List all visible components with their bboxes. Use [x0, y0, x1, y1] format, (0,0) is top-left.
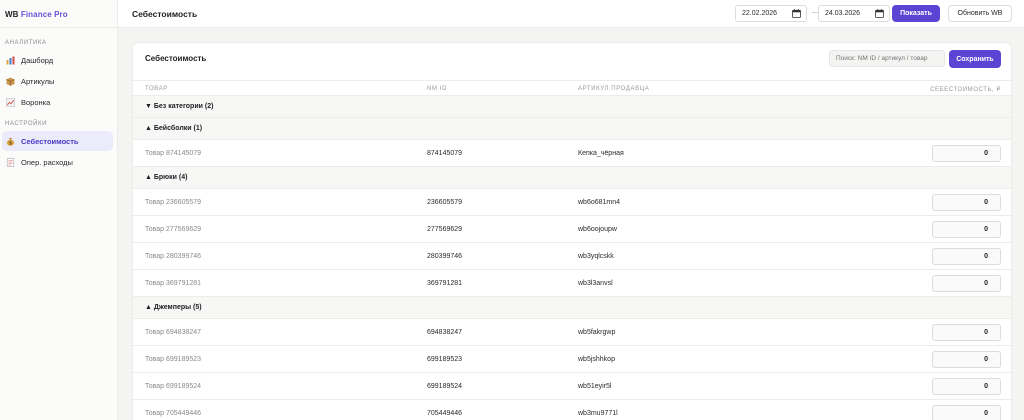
table-row: Товар 705449446 705449446 wb3mu9771l 0	[133, 400, 1011, 420]
brand-accent: Finance Pro	[20, 10, 68, 19]
seller-article: wb5fakrgwp	[578, 329, 616, 336]
column-header-article: АРТИКУЛ ПРОДАВЦА	[578, 86, 650, 92]
search-input[interactable]	[829, 50, 945, 67]
seller-article: wb6oojoupw	[578, 226, 617, 233]
cost-input[interactable]: 0	[932, 351, 1001, 368]
category-label: ▲ Брюки (4)	[145, 174, 188, 181]
bar-chart-icon	[5, 55, 15, 65]
nm-id: 705449446	[427, 410, 463, 417]
sidebar-item-label: Дашборд	[21, 55, 54, 65]
nm-id: 280399746	[427, 253, 463, 260]
product-name: Товар 369791281	[145, 280, 202, 287]
table-row: Товар 277569629 277569629 wb6oojoupw 0	[133, 216, 1011, 243]
brand-logo: WB Finance Pro	[0, 0, 117, 28]
seller-article: wb5jshhkop	[578, 356, 615, 363]
seller-article: wb3yqlcskk	[578, 253, 614, 260]
product-name: Товар 705449446	[145, 410, 202, 417]
nm-id: 277569629	[427, 226, 463, 233]
main-area: Себестоимость Сохранить ТОВАР NM ID АРТИ…	[118, 28, 1024, 420]
sidebar-item-dashboard[interactable]: Дашборд	[2, 50, 113, 70]
sidebar-item-cost[interactable]: $ Себестоимость	[2, 131, 113, 151]
sidebar-item-funnel[interactable]: Воронка	[2, 92, 113, 112]
card-title: Себестоимость	[145, 54, 207, 63]
table-row: Товар 699189524 699189524 wb51eyir5l 0	[133, 373, 1011, 400]
table-row: Товар 694838247 694838247 wb5fakrgwp 0	[133, 319, 1011, 346]
category-row[interactable]: ▲ Бейсболки (1)	[133, 118, 1011, 140]
sidebar: WB Finance Pro АНАЛИТИКА Дашборд Артикул…	[0, 0, 118, 420]
page-title: Себестоимость	[132, 9, 198, 19]
date-to-value: 24.03.2026	[825, 10, 861, 17]
cost-input[interactable]: 0	[932, 221, 1001, 238]
nm-id: 699189523	[427, 356, 463, 363]
cost-input[interactable]: 0	[932, 145, 1001, 162]
sidebar-item-label: Себестоимость	[21, 136, 79, 146]
nm-id: 694838247	[427, 329, 463, 336]
product-name: Товар 694838247	[145, 329, 202, 336]
document-icon	[5, 157, 15, 167]
category-row[interactable]: ▼ Без категории (2)	[133, 96, 1011, 118]
category-row[interactable]: ▲ Джемперы (5)	[133, 297, 1011, 319]
seller-article: wb3l3anvsl	[578, 280, 613, 287]
cost-card: Себестоимость Сохранить ТОВАР NM ID АРТИ…	[132, 42, 1012, 420]
product-name: Товар 874145079	[145, 150, 202, 157]
top-bar: Себестоимость 22.02.2026 — 24.03.2026 По…	[118, 0, 1024, 28]
seller-article: wb3mu9771l	[578, 410, 618, 417]
date-to-input[interactable]: 24.03.2026	[818, 5, 890, 22]
cost-input[interactable]: 0	[932, 248, 1001, 265]
table-body: ▼ Без категории (2) ▲ Бейсболки (1) Това…	[133, 96, 1011, 420]
category-label: ▼ Без категории (2)	[145, 103, 214, 110]
product-name: Товар 236605579	[145, 199, 202, 206]
box-icon	[5, 76, 15, 86]
table-header: ТОВАР NM ID АРТИКУЛ ПРОДАВЦА СЕБЕСТОИМОС…	[133, 80, 1011, 96]
category-label: ▲ Бейсболки (1)	[145, 125, 203, 132]
table-row: Товар 236605579 236605579 wb6o681mn4 0	[133, 189, 1011, 216]
table-row: Товар 874145079 874145079 Кепка_чёрная 0	[133, 140, 1011, 167]
section-title-analytics: АНАЛИТИКА	[5, 40, 47, 46]
brand-prefix: WB	[5, 10, 19, 19]
column-header-product: ТОВАР	[145, 86, 168, 92]
cost-input[interactable]: 0	[932, 194, 1001, 211]
cost-input[interactable]: 0	[932, 405, 1001, 420]
calendar-icon[interactable]	[792, 9, 801, 18]
nm-id: 874145079	[427, 150, 463, 157]
table-row: Товар 699189523 699189523 wb5jshhkop 0	[133, 346, 1011, 373]
svg-text:$: $	[8, 140, 11, 146]
column-header-nm-id: NM ID	[427, 86, 447, 92]
sidebar-item-label: Артикулы	[21, 76, 55, 86]
money-bag-icon: $	[5, 136, 15, 146]
calendar-icon[interactable]	[875, 9, 884, 18]
trend-chart-icon	[5, 97, 15, 107]
nm-id: 369791281	[427, 280, 463, 287]
table-row: Товар 369791281 369791281 wb3l3anvsl 0	[133, 270, 1011, 297]
column-header-cost: СЕБЕСТОИМОСТЬ, ₽	[930, 87, 1001, 93]
product-name: Товар 280399746	[145, 253, 202, 260]
cost-input[interactable]: 0	[932, 378, 1001, 395]
refresh-wb-button[interactable]: Обновить WB	[948, 5, 1012, 22]
product-name: Товар 277569629	[145, 226, 202, 233]
category-row[interactable]: ▲ Брюки (4)	[133, 167, 1011, 189]
table-row: Товар 280399746 280399746 wb3yqlcskk 0	[133, 243, 1011, 270]
product-name: Товар 699189524	[145, 383, 202, 390]
date-from-value: 22.02.2026	[742, 10, 778, 17]
seller-article: wb6o681mn4	[578, 199, 621, 206]
product-name: Товар 699189523	[145, 356, 202, 363]
section-title-settings: НАСТРОЙКИ	[5, 121, 48, 127]
cost-input[interactable]: 0	[932, 324, 1001, 341]
nm-id: 699189524	[427, 383, 463, 390]
sidebar-item-opex[interactable]: Опер. расходы	[2, 152, 113, 172]
show-button[interactable]: Показать	[892, 5, 940, 22]
save-button[interactable]: Сохранить	[949, 50, 1001, 68]
sidebar-item-label: Воронка	[21, 97, 51, 107]
date-from-input[interactable]: 22.02.2026	[735, 5, 807, 22]
category-label: ▲ Джемперы (5)	[145, 304, 202, 311]
sidebar-item-label: Опер. расходы	[21, 157, 73, 167]
nm-id: 236605579	[427, 199, 463, 206]
seller-article: Кепка_чёрная	[578, 150, 624, 157]
sidebar-item-articles[interactable]: Артикулы	[2, 71, 113, 91]
cost-input[interactable]: 0	[932, 275, 1001, 292]
seller-article: wb51eyir5l	[578, 383, 612, 390]
